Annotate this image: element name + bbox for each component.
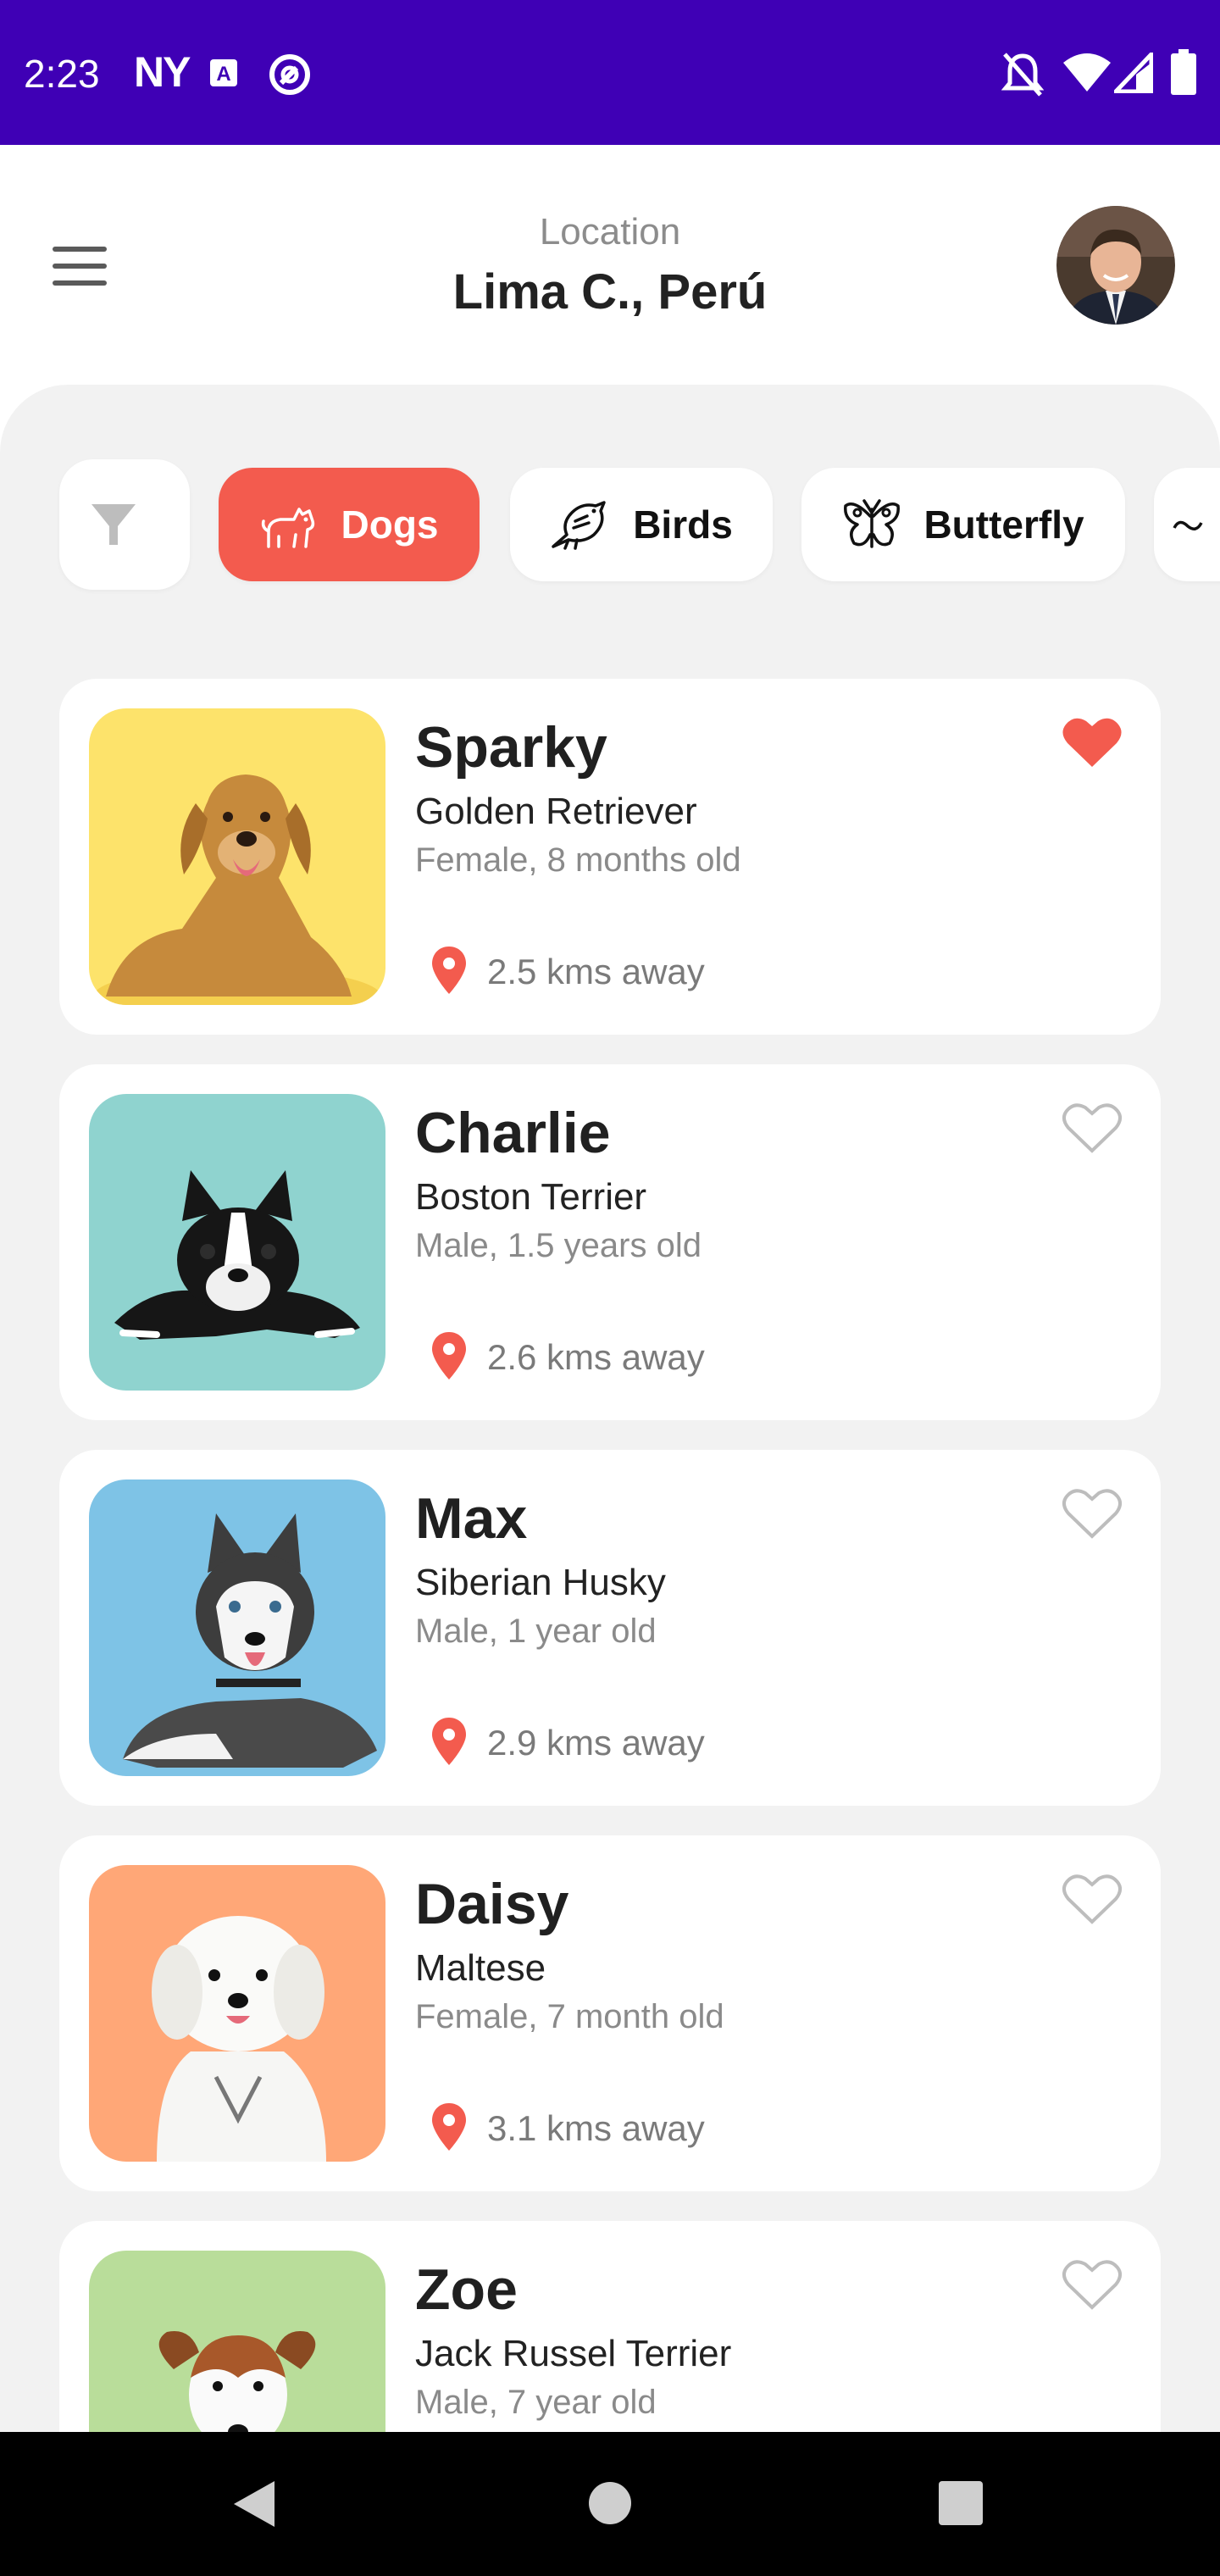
wifi-icon: [1063, 53, 1111, 92]
pet-name: Daisy: [415, 1872, 569, 1936]
pet-photo: [89, 708, 385, 1005]
app-header: Location Lima C., Perú: [0, 145, 1220, 386]
location-label: Location: [539, 211, 681, 253]
pet-name: Max: [415, 1486, 528, 1551]
pet-info: Female, 8 months old: [415, 841, 741, 879]
pet-card[interactable]: Zoe Jack Russel Terrier Male, 7 year old: [59, 2221, 1161, 2435]
user-photo: [1056, 206, 1175, 325]
heart-outline-icon[interactable]: [1061, 1485, 1123, 1541]
pet-name: Sparky: [415, 715, 607, 780]
pet-breed: Maltese: [415, 1947, 546, 1989]
main-content: Dogs Birds Butterfly Sparky Golden Retri…: [0, 385, 1220, 2435]
heart-outline-icon[interactable]: [1061, 1871, 1123, 1927]
recents-icon[interactable]: [939, 2481, 983, 2525]
pet-breed: Siberian Husky: [415, 1562, 666, 1603]
status-bar: 2:23 NY A: [0, 0, 1220, 145]
pet-photo: [89, 1865, 385, 2162]
location-pin-icon: [432, 1718, 466, 1765]
category-chip-label: Birds: [633, 502, 733, 547]
home-icon[interactable]: [588, 2481, 632, 2525]
category-chip-dogs[interactable]: Dogs: [219, 468, 480, 581]
heart-outline-icon[interactable]: [1061, 1100, 1123, 1156]
pet-breed: Jack Russel Terrier: [415, 2333, 732, 2374]
pet-info: Male, 1.5 years old: [415, 1227, 702, 1264]
location-pin-icon: [432, 2103, 466, 2151]
pet-distance: 2.5 kms away: [487, 952, 705, 991]
location-pin-icon: [432, 947, 466, 994]
dog-icon: [261, 508, 314, 548]
status-time: 2:23: [24, 52, 100, 96]
location-value[interactable]: Lima C., Perú: [0, 264, 1220, 320]
bird-icon: [552, 501, 606, 550]
pet-photo: [89, 1094, 385, 1391]
filter-icon: [92, 504, 136, 545]
pet-info: Male, 7 year old: [415, 2384, 657, 2421]
pet-distance: 3.1 kms away: [487, 2108, 705, 2148]
heart-outline-icon[interactable]: [1061, 2257, 1123, 2312]
pet-name: Charlie: [415, 1101, 611, 1165]
category-chip-more[interactable]: [1154, 468, 1220, 581]
pet-info: Female, 7 month old: [415, 1998, 724, 2035]
location-pin-icon: [432, 1332, 466, 1380]
pet-distance: 2.9 kms away: [487, 1723, 705, 1763]
butterfly-icon: [844, 499, 901, 548]
category-chip-birds[interactable]: Birds: [510, 468, 773, 581]
svg-text:A: A: [216, 63, 230, 86]
pet-breed: Golden Retriever: [415, 791, 697, 832]
pet-photo: [89, 1480, 385, 1776]
pet-name: Zoe: [415, 2257, 518, 2322]
heart-filled-icon[interactable]: [1061, 714, 1123, 770]
category-chip-label: Dogs: [341, 502, 439, 547]
pet-distance: 2.6 kms away: [487, 1337, 705, 1377]
sync-icon: [269, 54, 310, 95]
pet-breed: Boston Terrier: [415, 1176, 647, 1218]
pet-info: Male, 1 year old: [415, 1613, 657, 1650]
pet-card[interactable]: Sparky Golden Retriever Female, 8 months…: [59, 679, 1161, 1035]
notifications-off-icon: [1001, 53, 1044, 97]
siberian-husky-image: [123, 1513, 377, 1768]
pet-card[interactable]: Daisy Maltese Female, 7 month old 3.1 km…: [59, 1835, 1161, 2191]
back-icon[interactable]: [232, 2479, 276, 2529]
avatar[interactable]: [1056, 206, 1175, 325]
golden-retriever-image: [93, 774, 381, 1005]
pet-card[interactable]: Max Siberian Husky Male, 1 year old 2.9 …: [59, 1450, 1161, 1806]
jack-russell-image: [158, 2331, 316, 2435]
category-more-icon: [1173, 520, 1203, 530]
carrier-label: NY: [134, 48, 191, 96]
system-navigation-bar: [0, 2432, 1220, 2576]
maltese-image: [152, 1916, 326, 2162]
pet-photo: [89, 2251, 385, 2435]
category-filter-bar: Dogs Birds Butterfly: [0, 459, 1220, 597]
accessibility-icon: A: [210, 59, 237, 86]
filter-button[interactable]: [59, 459, 190, 590]
category-chip-butterfly[interactable]: Butterfly: [801, 468, 1125, 581]
category-chip-label: Butterfly: [923, 502, 1084, 547]
battery-icon: [1171, 49, 1196, 95]
pet-card[interactable]: Charlie Boston Terrier Male, 1.5 years o…: [59, 1064, 1161, 1420]
signal-icon: [1114, 53, 1153, 93]
boston-terrier-image: [114, 1170, 360, 1340]
